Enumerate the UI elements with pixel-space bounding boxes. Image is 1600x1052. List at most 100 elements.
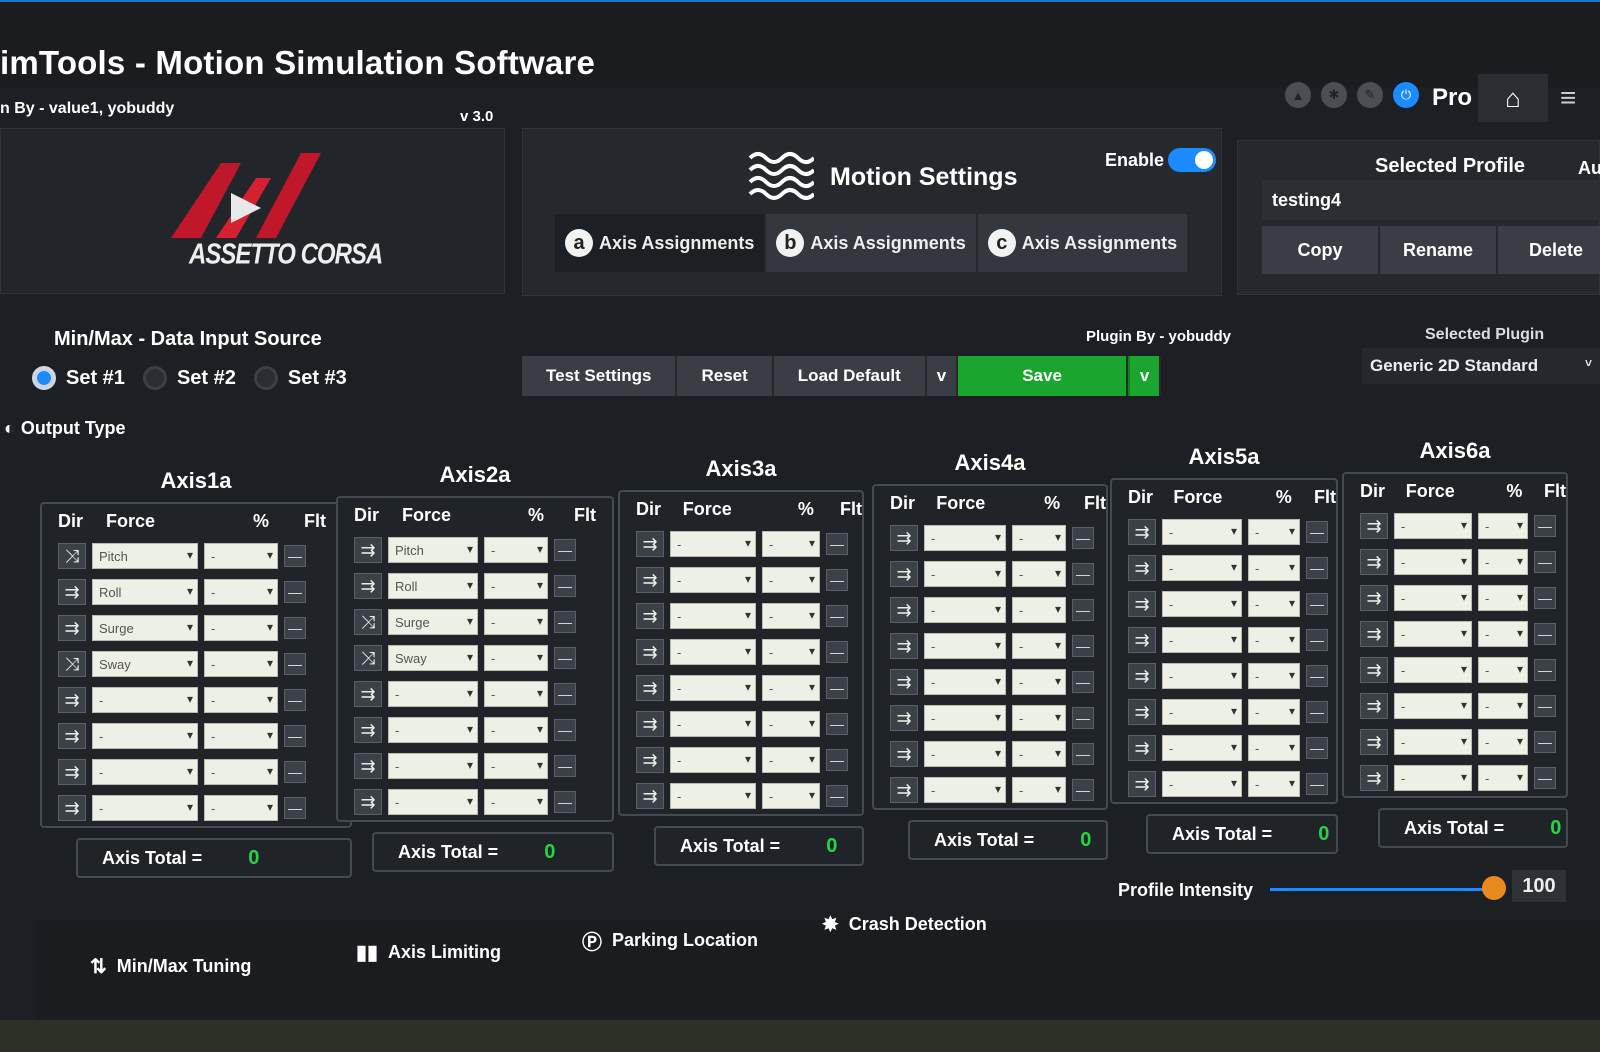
forward-direction-icon[interactable]: ⇉ (1128, 627, 1156, 653)
percent-select[interactable]: - (484, 609, 548, 635)
filter-minus-icon[interactable]: — (1534, 731, 1556, 753)
forward-direction-icon[interactable]: ⇉ (354, 681, 382, 707)
force-select[interactable]: - (924, 705, 1006, 731)
forward-direction-icon[interactable]: ⇉ (1360, 513, 1388, 539)
force-select[interactable]: - (92, 795, 198, 821)
filter-minus-icon[interactable]: — (1534, 695, 1556, 717)
output-type[interactable]: ◐ Output Type (4, 418, 126, 439)
force-select[interactable]: - (1162, 555, 1242, 581)
delete-button[interactable]: Delete (1498, 226, 1600, 274)
force-select[interactable]: Roll (92, 579, 198, 605)
filter-minus-icon[interactable]: — (554, 755, 576, 777)
percent-select[interactable]: - (1248, 519, 1300, 545)
force-select[interactable]: - (1162, 663, 1242, 689)
percent-select[interactable]: - (1478, 585, 1528, 611)
force-select[interactable]: - (924, 633, 1006, 659)
force-select[interactable]: - (1394, 765, 1472, 791)
filter-minus-icon[interactable]: — (1534, 623, 1556, 645)
force-select[interactable]: - (924, 777, 1006, 803)
save-dropdown[interactable]: v (1127, 356, 1162, 396)
percent-select[interactable]: - (1012, 777, 1066, 803)
nav-axis-limiting[interactable]: ▮▮ Axis Limiting (356, 940, 501, 965)
filter-minus-icon[interactable]: — (826, 641, 848, 663)
filter-minus-icon[interactable]: — (1072, 671, 1094, 693)
filter-minus-icon[interactable]: — (826, 713, 848, 735)
force-select[interactable]: - (670, 675, 756, 701)
forward-direction-icon[interactable]: ⇉ (1360, 549, 1388, 575)
percent-select[interactable]: - (762, 567, 820, 593)
filter-minus-icon[interactable]: — (1306, 593, 1328, 615)
percent-select[interactable]: - (1478, 621, 1528, 647)
tab-axis-assignments-b[interactable]: b Axis Assignments (766, 214, 978, 272)
percent-select[interactable]: - (1012, 741, 1066, 767)
forward-direction-icon[interactable]: ⇉ (1360, 693, 1388, 719)
copy-button[interactable]: Copy (1262, 226, 1380, 274)
forward-direction-icon[interactable]: ⇉ (58, 723, 86, 749)
forward-direction-icon[interactable]: ⇉ (1128, 519, 1156, 545)
force-select[interactable]: - (1394, 621, 1472, 647)
force-select[interactable]: - (670, 531, 756, 557)
forward-direction-icon[interactable]: ⇉ (1360, 729, 1388, 755)
filter-minus-icon[interactable]: — (554, 611, 576, 633)
filter-minus-icon[interactable]: — (284, 797, 306, 819)
forward-direction-icon[interactable]: ⇉ (354, 789, 382, 815)
percent-select[interactable]: - (762, 783, 820, 809)
percent-select[interactable]: - (1248, 591, 1300, 617)
filter-minus-icon[interactable]: — (1534, 587, 1556, 609)
forward-direction-icon[interactable]: ⇉ (636, 603, 664, 629)
forward-direction-icon[interactable]: ⇉ (1128, 771, 1156, 797)
filter-minus-icon[interactable]: — (1306, 773, 1328, 795)
nav-parking-location[interactable]: Ⓟ Parking Location (582, 926, 758, 955)
reverse-direction-icon[interactable]: ⤨ (58, 543, 86, 569)
profile-select[interactable]: testing4 (1262, 180, 1600, 220)
forward-direction-icon[interactable]: ⇉ (354, 537, 382, 563)
force-select[interactable]: - (1162, 591, 1242, 617)
filter-minus-icon[interactable]: — (826, 785, 848, 807)
force-select[interactable]: - (670, 783, 756, 809)
nav-min-max-tuning[interactable]: ⇅ Min/Max Tuning (90, 954, 251, 979)
force-select[interactable]: - (92, 759, 198, 785)
force-select[interactable]: - (924, 561, 1006, 587)
forward-direction-icon[interactable]: ⇉ (636, 711, 664, 737)
forward-direction-icon[interactable]: ⇉ (58, 615, 86, 641)
percent-select[interactable]: - (1012, 633, 1066, 659)
forward-direction-icon[interactable]: ⇉ (1360, 657, 1388, 683)
force-select[interactable]: - (388, 789, 478, 815)
filter-minus-icon[interactable]: — (284, 617, 306, 639)
filter-minus-icon[interactable]: — (1072, 779, 1094, 801)
filter-minus-icon[interactable]: — (554, 683, 576, 705)
forward-direction-icon[interactable]: ⇉ (354, 753, 382, 779)
force-select[interactable]: - (1394, 657, 1472, 683)
forward-direction-icon[interactable]: ⇉ (1360, 621, 1388, 647)
save-button[interactable]: Save (958, 356, 1128, 396)
filter-minus-icon[interactable]: — (1306, 665, 1328, 687)
reset-button[interactable]: Reset (677, 356, 774, 396)
force-select[interactable]: - (1394, 513, 1472, 539)
percent-select[interactable]: - (762, 675, 820, 701)
filter-minus-icon[interactable]: — (1072, 707, 1094, 729)
filter-minus-icon[interactable]: — (1306, 557, 1328, 579)
forward-direction-icon[interactable]: ⇉ (636, 783, 664, 809)
percent-select[interactable]: - (204, 795, 278, 821)
percent-select[interactable]: - (1248, 699, 1300, 725)
filter-minus-icon[interactable]: — (1072, 527, 1094, 549)
load-default-button[interactable]: Load Default (773, 356, 927, 396)
percent-select[interactable]: - (1012, 561, 1066, 587)
percent-select[interactable]: - (1478, 657, 1528, 683)
percent-select[interactable]: - (1478, 549, 1528, 575)
percent-select[interactable]: - (204, 759, 278, 785)
filter-minus-icon[interactable]: — (554, 791, 576, 813)
filter-minus-icon[interactable]: — (284, 761, 306, 783)
filter-minus-icon[interactable]: — (826, 569, 848, 591)
percent-select[interactable]: - (1248, 663, 1300, 689)
force-select[interactable]: Pitch (92, 543, 198, 569)
forward-direction-icon[interactable]: ⇉ (890, 561, 918, 587)
percent-select[interactable]: - (1478, 765, 1528, 791)
filter-minus-icon[interactable]: — (284, 689, 306, 711)
force-select[interactable]: Surge (92, 615, 198, 641)
reverse-direction-icon[interactable]: ⤨ (354, 645, 382, 671)
percent-select[interactable]: - (1012, 669, 1066, 695)
forward-direction-icon[interactable]: ⇉ (890, 597, 918, 623)
forward-direction-icon[interactable]: ⇉ (636, 531, 664, 557)
force-select[interactable]: - (1162, 735, 1242, 761)
